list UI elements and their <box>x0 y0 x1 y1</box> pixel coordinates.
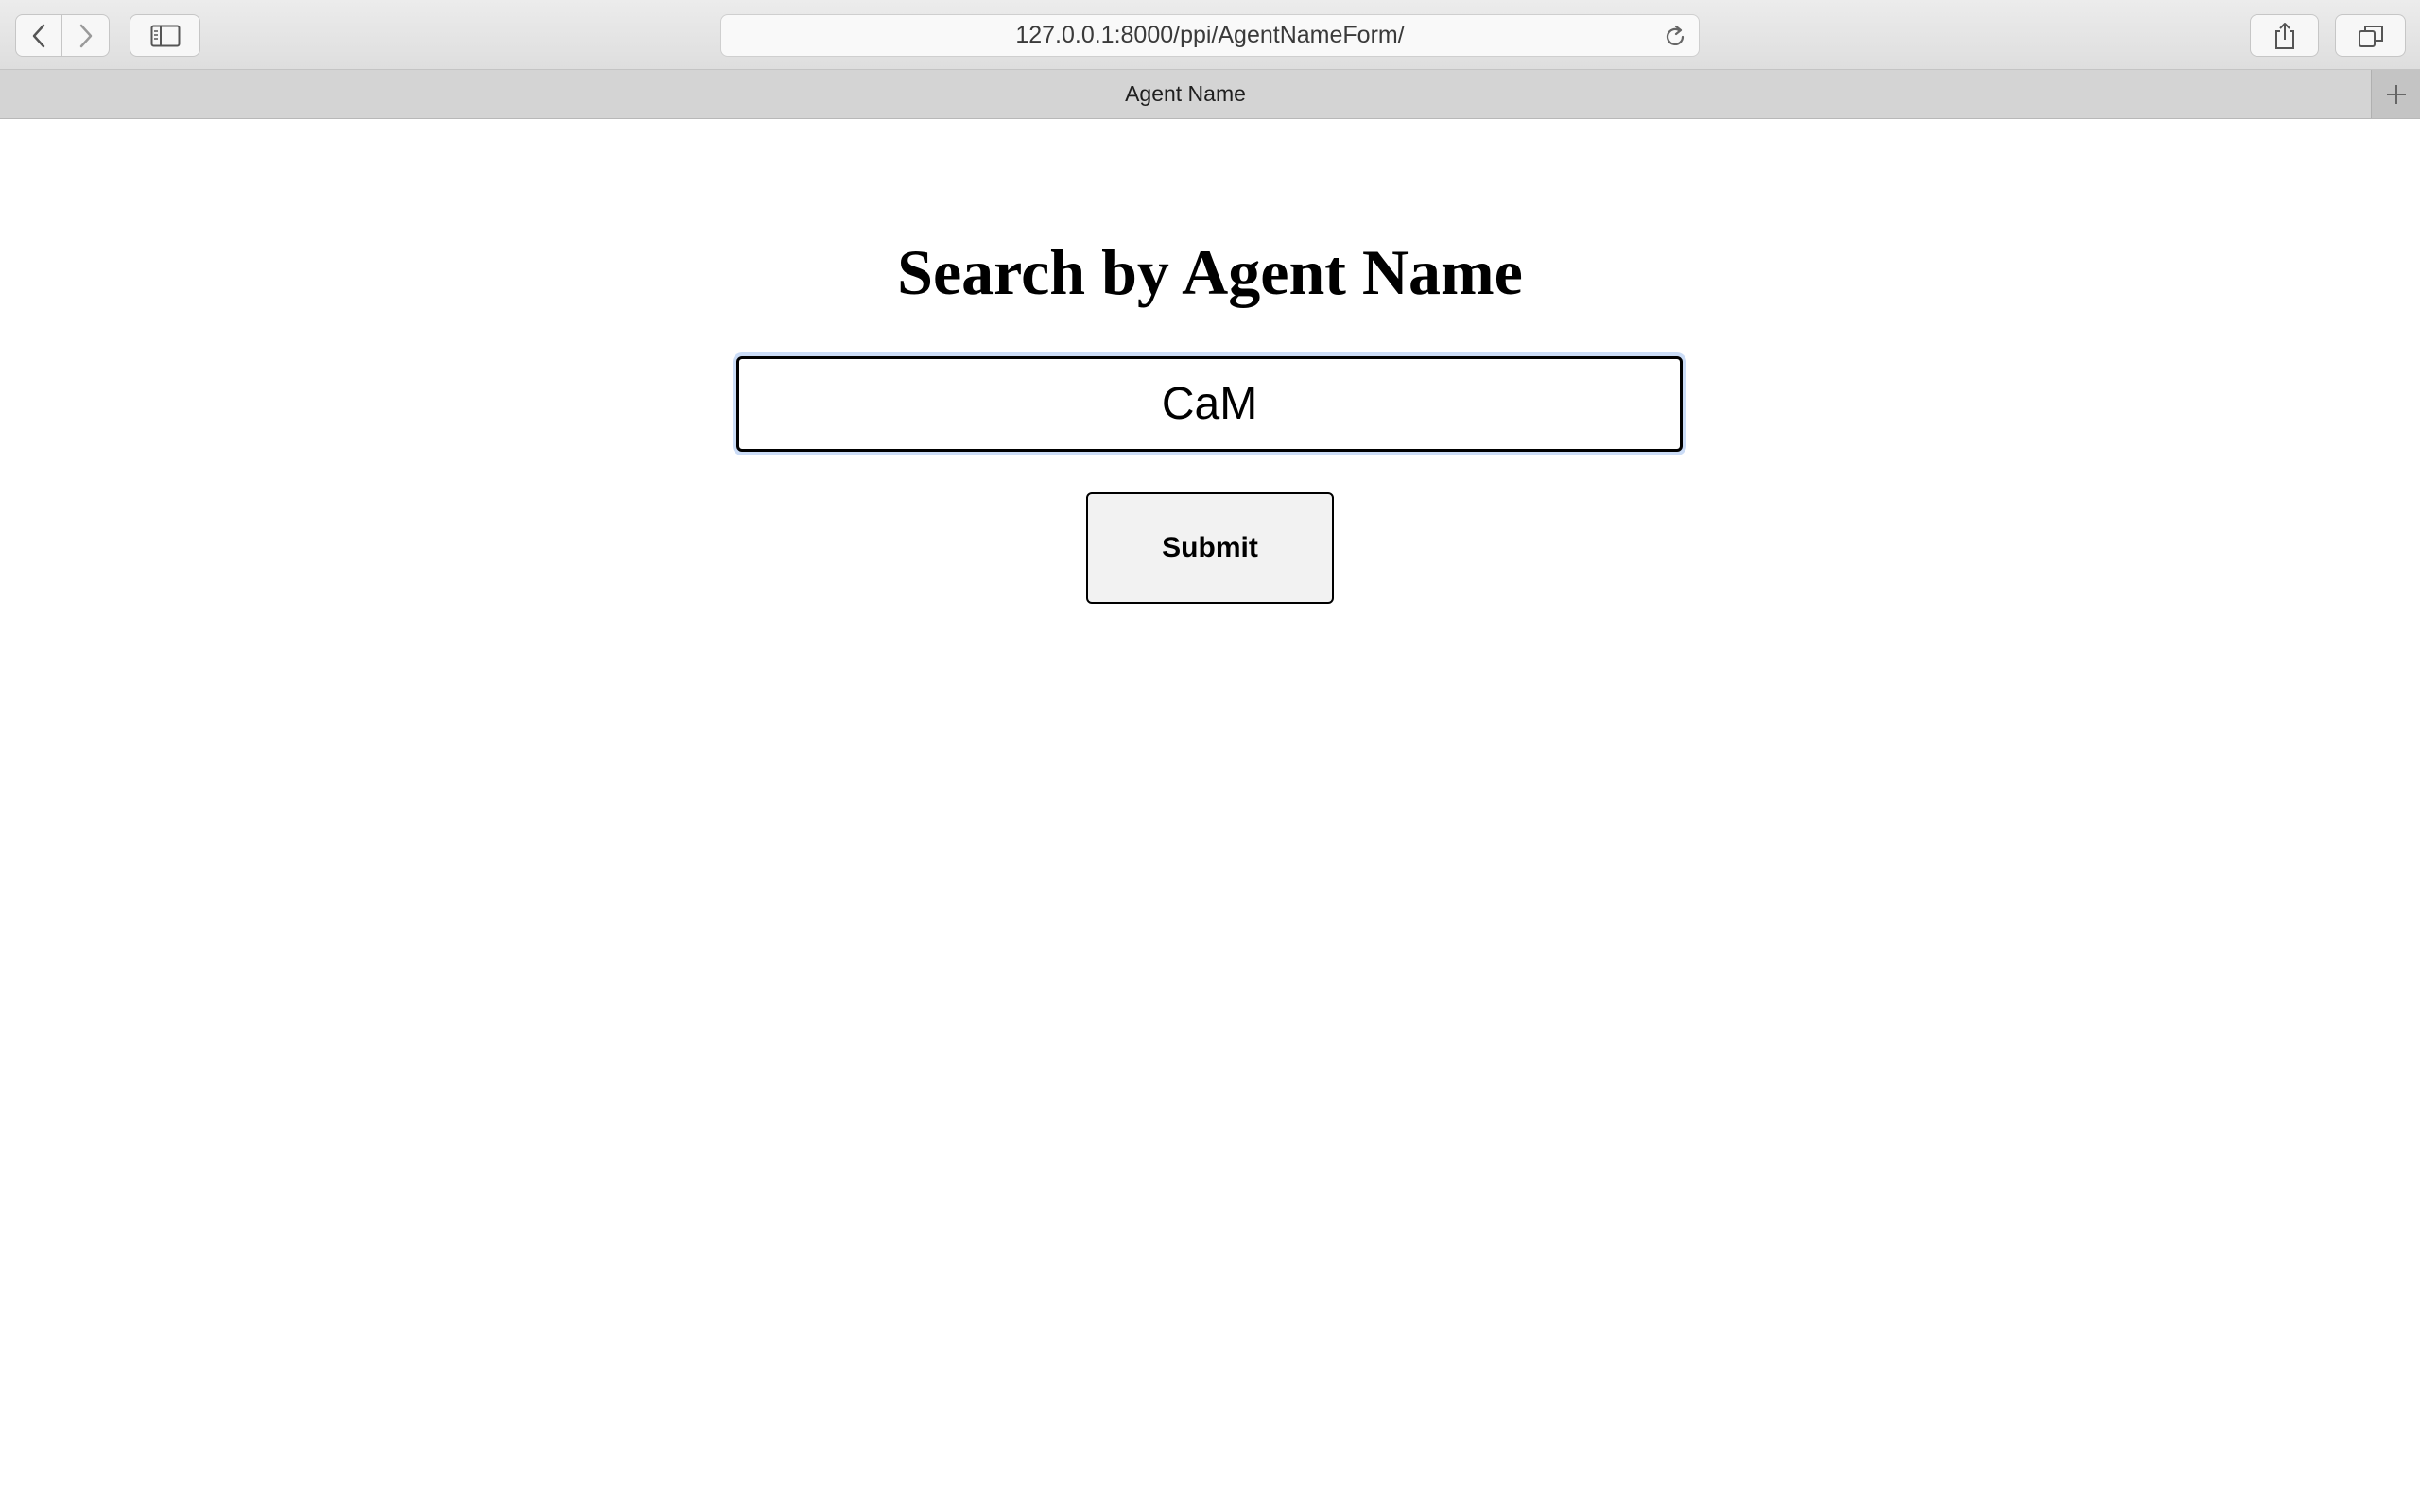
share-icon <box>2274 22 2294 49</box>
tabs-overview-button[interactable] <box>2335 14 2406 57</box>
plus-icon <box>2386 84 2406 104</box>
agent-name-input[interactable] <box>736 356 1683 452</box>
tab-agent-name[interactable]: Agent Name <box>0 70 2371 118</box>
page-title: Search by Agent Name <box>897 236 1523 308</box>
back-button[interactable] <box>15 14 62 57</box>
browser-toolbar: 127.0.0.1:8000/ppi/AgentNameForm/ <box>0 0 2420 70</box>
tab-bar: Agent Name <box>0 70 2420 119</box>
sidebar-button[interactable] <box>130 14 200 57</box>
address-bar[interactable]: 127.0.0.1:8000/ppi/AgentNameForm/ <box>720 14 1700 57</box>
share-button[interactable] <box>2250 14 2319 57</box>
tab-title: Agent Name <box>1125 81 1246 106</box>
chevron-left-icon <box>32 24 45 47</box>
page-content: Search by Agent Name Submit <box>0 119 2420 1512</box>
tabs-overview-icon <box>2358 25 2383 47</box>
url-text[interactable]: 127.0.0.1:8000/ppi/AgentNameForm/ <box>721 15 1699 56</box>
reload-icon[interactable] <box>1661 23 1689 51</box>
forward-button[interactable] <box>62 14 110 57</box>
chevron-right-icon <box>79 24 92 47</box>
sidebar-icon <box>150 25 180 46</box>
new-tab-button[interactable] <box>2371 70 2420 118</box>
submit-button[interactable]: Submit <box>1086 492 1334 604</box>
